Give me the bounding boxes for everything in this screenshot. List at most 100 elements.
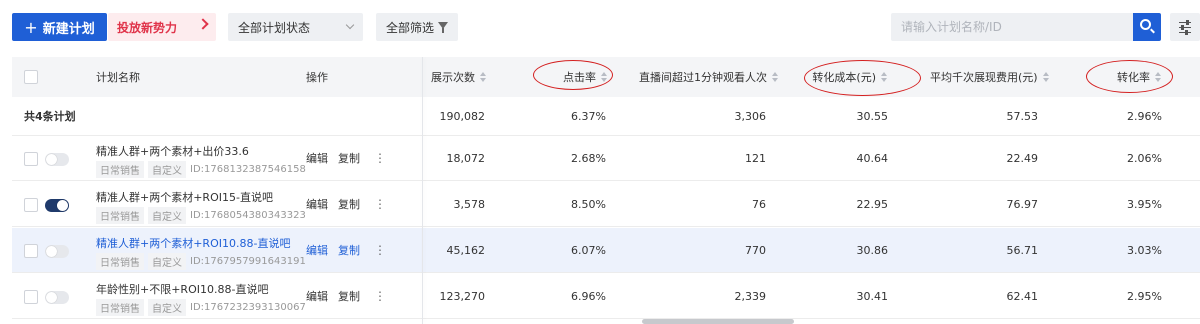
copy-link[interactable]: 复制: [338, 274, 360, 318]
settings-icon-knob: [1186, 20, 1189, 25]
search-input[interactable]: [891, 13, 1133, 41]
col-operations-label: 操作: [306, 71, 328, 84]
cell-ctr: 6.96%: [571, 289, 606, 303]
plan-tags: 日常销售 自定义 ID:1768132387546158: [96, 161, 306, 178]
cell-conversion-cost: 30.41: [856, 289, 889, 303]
row-checkbox[interactable]: [24, 152, 38, 166]
plan-id: ID:1768132387546158: [190, 164, 306, 175]
plan-tags: 日常销售 自定义 ID:1767957991643191: [96, 253, 306, 270]
more-icon[interactable]: ⋮: [374, 182, 386, 226]
filter-button[interactable]: 全部筛选: [376, 13, 458, 41]
settings-icon-knob: [1185, 30, 1188, 35]
row-checkbox[interactable]: [24, 244, 38, 258]
edit-link[interactable]: 编辑: [306, 182, 328, 226]
more-icon[interactable]: ⋮: [374, 136, 386, 180]
search-button[interactable]: [1133, 13, 1161, 41]
cell-conversion-cost: 40.64: [856, 151, 889, 165]
cell-cpm: 56.71: [1006, 243, 1039, 257]
settings-icon-knob: [1181, 25, 1184, 30]
summary-impressions: 190,082: [439, 109, 486, 123]
select-all-checkbox[interactable]: [24, 70, 38, 84]
sort-icon[interactable]: [480, 72, 487, 82]
tag-mode: 自定义: [148, 299, 186, 316]
new-plan-button[interactable]: + 新建计划: [12, 13, 107, 41]
cell-live-viewers: 2,339: [734, 289, 767, 303]
edit-link[interactable]: 编辑: [306, 136, 328, 180]
plan-status-select[interactable]: 全部计划状态: [228, 13, 363, 41]
col-plan-name-label: 计划名称: [96, 71, 140, 84]
toggle-knob: [46, 154, 57, 165]
table-row[interactable]: 精准人群+两个素材+ROI15-直说吧 日常销售 自定义 ID:17680543…: [12, 182, 1200, 227]
plan-toggle[interactable]: [45, 153, 69, 166]
tag-mode: 自定义: [148, 253, 186, 270]
plan-toggle[interactable]: [45, 245, 69, 258]
summary-cpm: 57.53: [1006, 109, 1039, 123]
table-row[interactable]: 精准人群+两个素材+ROI10.88-直说吧 日常销售 自定义 ID:17679…: [12, 228, 1200, 273]
cell-live-viewers: 76: [752, 197, 766, 211]
horizontal-scrollbar[interactable]: [642, 319, 794, 324]
cell-ctr: 2.68%: [571, 151, 606, 165]
plan-name[interactable]: 年龄性别+不限+ROI10.88-直说吧: [96, 281, 268, 297]
plan-name[interactable]: 精准人群+两个素材+ROI10.88-直说吧: [96, 235, 290, 251]
toggle-knob: [46, 246, 57, 257]
copy-link[interactable]: 复制: [338, 136, 360, 180]
tag-scene: 日常销售: [96, 253, 144, 270]
cell-impressions: 123,270: [439, 289, 486, 303]
cell-live-viewers: 770: [745, 243, 766, 257]
col-impressions-label: 展示次数: [431, 71, 475, 84]
col-impressions[interactable]: 展示次数: [431, 57, 487, 97]
annotation-circle-cvr: [1086, 60, 1173, 93]
search-icon: [1140, 19, 1151, 30]
tag-scene: 日常销售: [96, 207, 144, 224]
plan-id: ID:1768054380343323: [190, 210, 306, 221]
plan-toggle[interactable]: [45, 199, 69, 212]
col-live-viewers[interactable]: 直播间超过1分钟观看人次: [639, 57, 779, 97]
annotation-circle-ctr: [533, 60, 613, 90]
copy-link[interactable]: 复制: [338, 182, 360, 226]
plan-tags: 日常销售 自定义 ID:1768054380343323: [96, 207, 306, 224]
plus-icon: +: [24, 17, 38, 37]
boost-button[interactable]: 投放新势力: [108, 13, 216, 41]
toggle-knob: [46, 292, 57, 303]
table-row[interactable]: 年龄性别+不限+ROI10.88-直说吧 日常销售 自定义 ID:1767232…: [12, 274, 1200, 319]
cell-cvr: 3.95%: [1127, 197, 1162, 211]
settings-icon: [1179, 22, 1191, 23]
cell-cvr: 2.95%: [1127, 289, 1162, 303]
cell-impressions: 3,578: [453, 197, 486, 211]
summary-ctr: 6.37%: [571, 109, 606, 123]
col-live-viewers-label: 直播间超过1分钟观看人次: [639, 71, 767, 84]
boost-label: 投放新势力: [117, 20, 178, 35]
plan-name[interactable]: 精准人群+两个素材+ROI15-直说吧: [96, 189, 273, 205]
summary-cvr: 2.96%: [1127, 109, 1162, 123]
plan-table: 计划名称 操作 展示次数 点击率 直播间超过1分钟观看人次 转化成本(元) 平均…: [12, 57, 1200, 324]
chevron-right-icon: [197, 18, 209, 30]
column-settings-button[interactable]: [1170, 13, 1200, 41]
edit-link[interactable]: 编辑: [306, 228, 328, 272]
row-checkbox[interactable]: [24, 198, 38, 212]
more-icon[interactable]: ⋮: [374, 228, 386, 272]
col-cpm[interactable]: 平均千次展现费用(元): [930, 57, 1050, 97]
cell-conversion-cost: 30.86: [856, 243, 889, 257]
edit-link[interactable]: 编辑: [306, 274, 328, 318]
cell-cpm: 22.49: [1006, 151, 1039, 165]
cell-cvr: 2.06%: [1127, 151, 1162, 165]
plan-tags: 日常销售 自定义 ID:1767232393130067: [96, 299, 306, 316]
summary-live-viewers: 3,306: [734, 109, 767, 123]
toolbar: + 新建计划 投放新势力 全部计划状态 全部筛选: [0, 0, 1200, 56]
plan-toggle[interactable]: [45, 291, 69, 304]
search-icon-handle: [1150, 28, 1155, 34]
cell-impressions: 18,072: [446, 151, 486, 165]
filter-label: 全部筛选: [386, 20, 435, 35]
row-checkbox[interactable]: [24, 290, 38, 304]
copy-link[interactable]: 复制: [338, 228, 360, 272]
cell-ctr: 6.07%: [571, 243, 606, 257]
col-plan-name: 计划名称: [96, 57, 140, 97]
plan-name[interactable]: 精准人群+两个素材+出价33.6: [96, 143, 249, 159]
cell-cvr: 3.03%: [1127, 243, 1162, 257]
filter-icon-stem: [442, 28, 444, 33]
more-icon[interactable]: ⋮: [374, 274, 386, 318]
plan-id: ID:1767232393130067: [190, 302, 306, 313]
new-plan-label: 新建计划: [42, 21, 95, 37]
table-row[interactable]: 精准人群+两个素材+出价33.6 日常销售 自定义 ID:17681323875…: [12, 136, 1200, 181]
sort-icon[interactable]: [1042, 72, 1050, 82]
